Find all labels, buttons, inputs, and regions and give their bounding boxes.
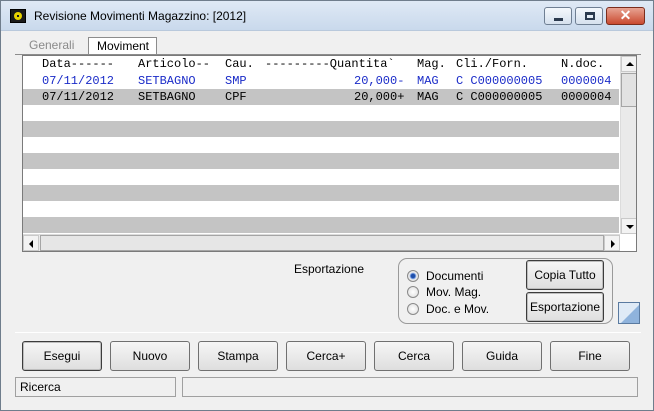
app-logo-icon	[10, 9, 26, 23]
stampa-button[interactable]: Stampa	[198, 341, 278, 371]
radio-mov-mag[interactable]: Mov. Mag.	[407, 284, 507, 300]
header-articolo: Articolo--	[138, 57, 211, 71]
radio-label: Mov. Mag.	[426, 285, 482, 299]
cerca-button[interactable]: Cerca	[374, 341, 454, 371]
table-row[interactable]: 07/11/2012 SETBAGNO SMP 20,000- MAG C C0…	[23, 73, 619, 89]
close-button[interactable]: ✕	[606, 7, 645, 25]
cell-articolo: SETBAGNO	[138, 74, 196, 88]
cell-articolo: SETBAGNO	[138, 90, 196, 104]
empty-row-stripe	[23, 153, 619, 169]
header-ndoc: N.doc.	[561, 57, 605, 71]
title-bar[interactable]: Revisione Movimenti Magazzino: [2012] ✕	[1, 1, 653, 31]
cerca-plus-button[interactable]: Cerca+	[286, 341, 366, 371]
cell-magazzino: MAG	[417, 74, 439, 88]
maximize-button[interactable]	[575, 7, 603, 25]
esegui-button[interactable]: Esegui	[22, 341, 102, 371]
radio-doc-e-mov[interactable]: Doc. e Mov.	[407, 301, 507, 317]
radio-selected-icon	[407, 270, 419, 282]
nuovo-button[interactable]: Nuovo	[110, 341, 190, 371]
list-content: Data------ Articolo-- Cau. ---------Quan…	[23, 56, 619, 234]
radio-label: Documenti	[426, 269, 484, 283]
vertical-scroll-thumb[interactable]	[621, 73, 636, 107]
tab-movimenti[interactable]: Moviment	[88, 37, 157, 55]
cell-causale: CPF	[225, 90, 247, 104]
cell-magazzino: MAG	[417, 90, 439, 104]
horizontal-scrollbar[interactable]	[23, 234, 620, 251]
empty-row-stripe	[23, 185, 619, 201]
scroll-down-button[interactable]	[621, 218, 636, 234]
radio-unselected-icon	[407, 303, 419, 315]
export-section-label: Esportazione	[294, 262, 365, 276]
tab-generali[interactable]: Generali	[21, 37, 85, 55]
cell-data: 07/11/2012	[42, 74, 115, 88]
radio-documenti[interactable]: Documenti	[407, 268, 507, 284]
cell-data: 07/11/2012	[42, 90, 115, 104]
header-causale: Cau.	[225, 57, 254, 71]
cell-cliforn: C C000000005	[456, 74, 543, 88]
empty-row-stripe	[23, 121, 619, 137]
cell-causale: SMP	[225, 74, 247, 88]
status-left: Ricerca	[15, 377, 176, 397]
header-data: Data------	[42, 57, 115, 71]
radio-label: Doc. e Mov.	[426, 302, 490, 316]
separator	[15, 332, 641, 333]
table-row-selected[interactable]: 07/11/2012 SETBAGNO CPF 20,000+ MAG C C0…	[23, 89, 619, 105]
empty-row-stripe	[23, 217, 619, 233]
scroll-left-button[interactable]	[23, 235, 39, 251]
export-button[interactable]: Esportazione	[526, 292, 604, 322]
minimize-icon	[554, 18, 563, 21]
horizontal-scroll-thumb[interactable]	[40, 235, 604, 251]
cell-quantita: 20,000-	[354, 74, 405, 88]
copy-all-button[interactable]: Copia Tutto	[526, 260, 604, 290]
header-magazzino: Mag.	[417, 57, 446, 71]
resize-corner-icon[interactable]	[618, 302, 640, 324]
arrow-down-icon	[626, 225, 634, 229]
cell-ndoc: 0000004	[561, 90, 612, 104]
window-title: Revisione Movimenti Magazzino: [2012]	[34, 9, 247, 23]
scroll-up-button[interactable]	[621, 56, 636, 72]
arrow-up-icon	[626, 62, 634, 66]
radio-unselected-icon	[407, 286, 419, 298]
list-header: Data------ Articolo-- Cau. ---------Quan…	[23, 56, 619, 72]
header-quantita: ---------Quantita`	[265, 57, 395, 71]
scroll-right-button[interactable]	[604, 235, 620, 251]
guida-button[interactable]: Guida	[462, 341, 542, 371]
maximize-icon	[585, 12, 595, 20]
status-right	[182, 377, 638, 397]
cell-ndoc: 0000004	[561, 74, 612, 88]
close-icon: ✕	[619, 7, 632, 23]
movements-list[interactable]: Data------ Articolo-- Cau. ---------Quan…	[22, 55, 637, 252]
arrow-right-icon	[611, 240, 615, 248]
minimize-button[interactable]	[544, 7, 572, 25]
vertical-scrollbar[interactable]	[620, 56, 636, 234]
fine-button[interactable]: Fine	[550, 341, 630, 371]
arrow-left-icon	[29, 240, 33, 248]
main-window: Revisione Movimenti Magazzino: [2012] ✕ …	[0, 0, 654, 411]
header-cliforn: Cli./Forn.	[456, 57, 529, 71]
cell-cliforn: C C000000005	[456, 90, 543, 104]
cell-quantita: 20,000+	[354, 90, 405, 104]
